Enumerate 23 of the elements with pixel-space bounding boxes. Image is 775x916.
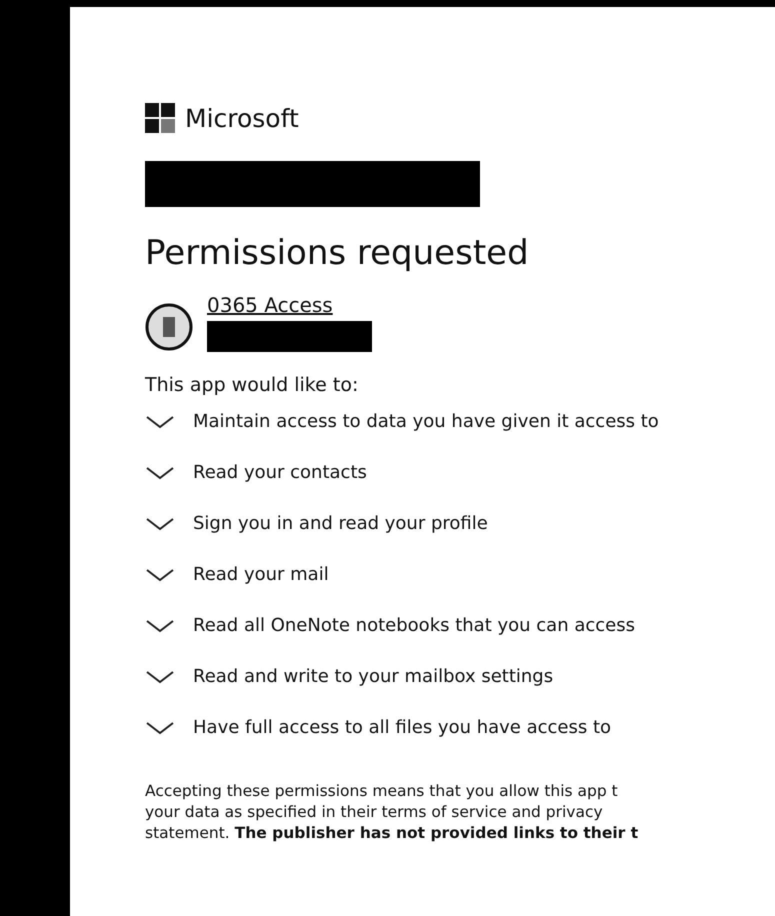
chevron-icon[interactable] [145, 670, 175, 684]
permission-label: Read your contacts [193, 462, 367, 483]
app-name-link[interactable]: 0365 Access [207, 293, 372, 317]
chevron-icon[interactable] [145, 414, 175, 428]
permission-label: Read all OneNote notebooks that you can access [193, 615, 635, 636]
chevron-icon[interactable] [145, 516, 175, 530]
permission-label: Maintain access to data you have given it access to [193, 411, 659, 432]
notice-text: your data as specified in their terms of service and privacy [145, 802, 604, 823]
notice-text: statement. The publisher has not provided links to their t [145, 823, 640, 844]
brand-name: Microsoft [185, 104, 299, 132]
chevron-icon[interactable] [145, 618, 175, 632]
microsoft-logo-icon [145, 103, 175, 133]
permission-label: Have full access to all files you have access to [193, 717, 612, 738]
permission-label: Read your mail [193, 564, 329, 585]
app-icon [145, 303, 193, 351]
chevron-icon[interactable] [145, 568, 175, 582]
page-title: Permissions requested [145, 233, 530, 273]
chevron-icon[interactable] [145, 466, 175, 480]
permission-label: Read and write to your mailbox settings [193, 666, 554, 687]
notice-text: Accepting these permissions means that you allow this app t [145, 781, 619, 802]
chevron-icon[interactable] [145, 720, 175, 734]
permission-label: Sign you in and read your profile [193, 513, 488, 534]
intro-text: This app would like to: [145, 374, 360, 396]
